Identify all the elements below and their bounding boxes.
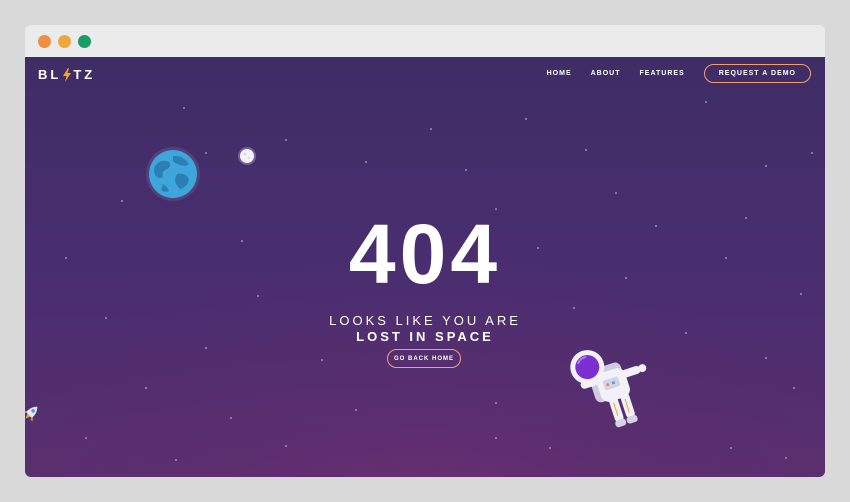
top-nav: HOME ABOUT FEATURES REQUEST A DEMO <box>547 64 811 83</box>
star <box>205 347 207 349</box>
request-demo-button[interactable]: REQUEST A DEMO <box>703 64 811 83</box>
maximize-dot[interactable] <box>78 35 91 48</box>
star <box>785 457 787 459</box>
star <box>430 128 432 130</box>
error-code: 404 <box>348 207 502 301</box>
star <box>285 139 287 141</box>
star <box>765 165 767 167</box>
logo-text-start: BL <box>38 67 62 82</box>
close-dot[interactable] <box>38 35 51 48</box>
headline-line-1: LOOKS LIKE YOU ARE <box>329 313 521 328</box>
browser-window: BL TZ HOME ABOUT FEATURES REQUEST A DEMO <box>25 25 825 477</box>
star <box>205 152 207 154</box>
star <box>230 417 232 419</box>
star <box>365 161 367 163</box>
nav-features[interactable]: FEATURES <box>640 70 685 77</box>
star <box>705 101 707 103</box>
star <box>573 307 575 309</box>
star <box>765 357 767 359</box>
star <box>465 169 467 171</box>
star <box>495 402 497 404</box>
star <box>355 409 357 411</box>
browser-title-bar <box>25 25 825 57</box>
star <box>495 437 497 439</box>
star <box>549 447 551 449</box>
star <box>321 359 323 361</box>
moon-icon <box>238 147 256 165</box>
minimize-dot[interactable] <box>58 35 71 48</box>
star <box>183 107 185 109</box>
star <box>793 387 795 389</box>
star <box>811 152 813 154</box>
star <box>85 437 87 439</box>
blitz-logo[interactable]: BL TZ <box>38 67 95 82</box>
headline-line-2: LOST IN SPACE <box>356 329 494 344</box>
star <box>285 445 287 447</box>
bolt-icon <box>63 67 72 82</box>
earth-icon <box>146 147 200 201</box>
rocket-icon <box>25 406 38 422</box>
logo-text-end: TZ <box>73 67 96 82</box>
star <box>730 447 732 449</box>
star <box>121 200 123 202</box>
star <box>585 149 587 151</box>
star <box>175 459 177 461</box>
astronaut-icon <box>570 350 647 428</box>
nav-home[interactable]: HOME <box>547 70 572 77</box>
star <box>525 118 527 120</box>
star <box>145 387 147 389</box>
go-back-home-button[interactable]: GO BACK HOME <box>387 349 461 368</box>
star <box>615 192 617 194</box>
page-viewport: BL TZ HOME ABOUT FEATURES REQUEST A DEMO <box>25 57 825 477</box>
nav-about[interactable]: ABOUT <box>591 70 621 77</box>
